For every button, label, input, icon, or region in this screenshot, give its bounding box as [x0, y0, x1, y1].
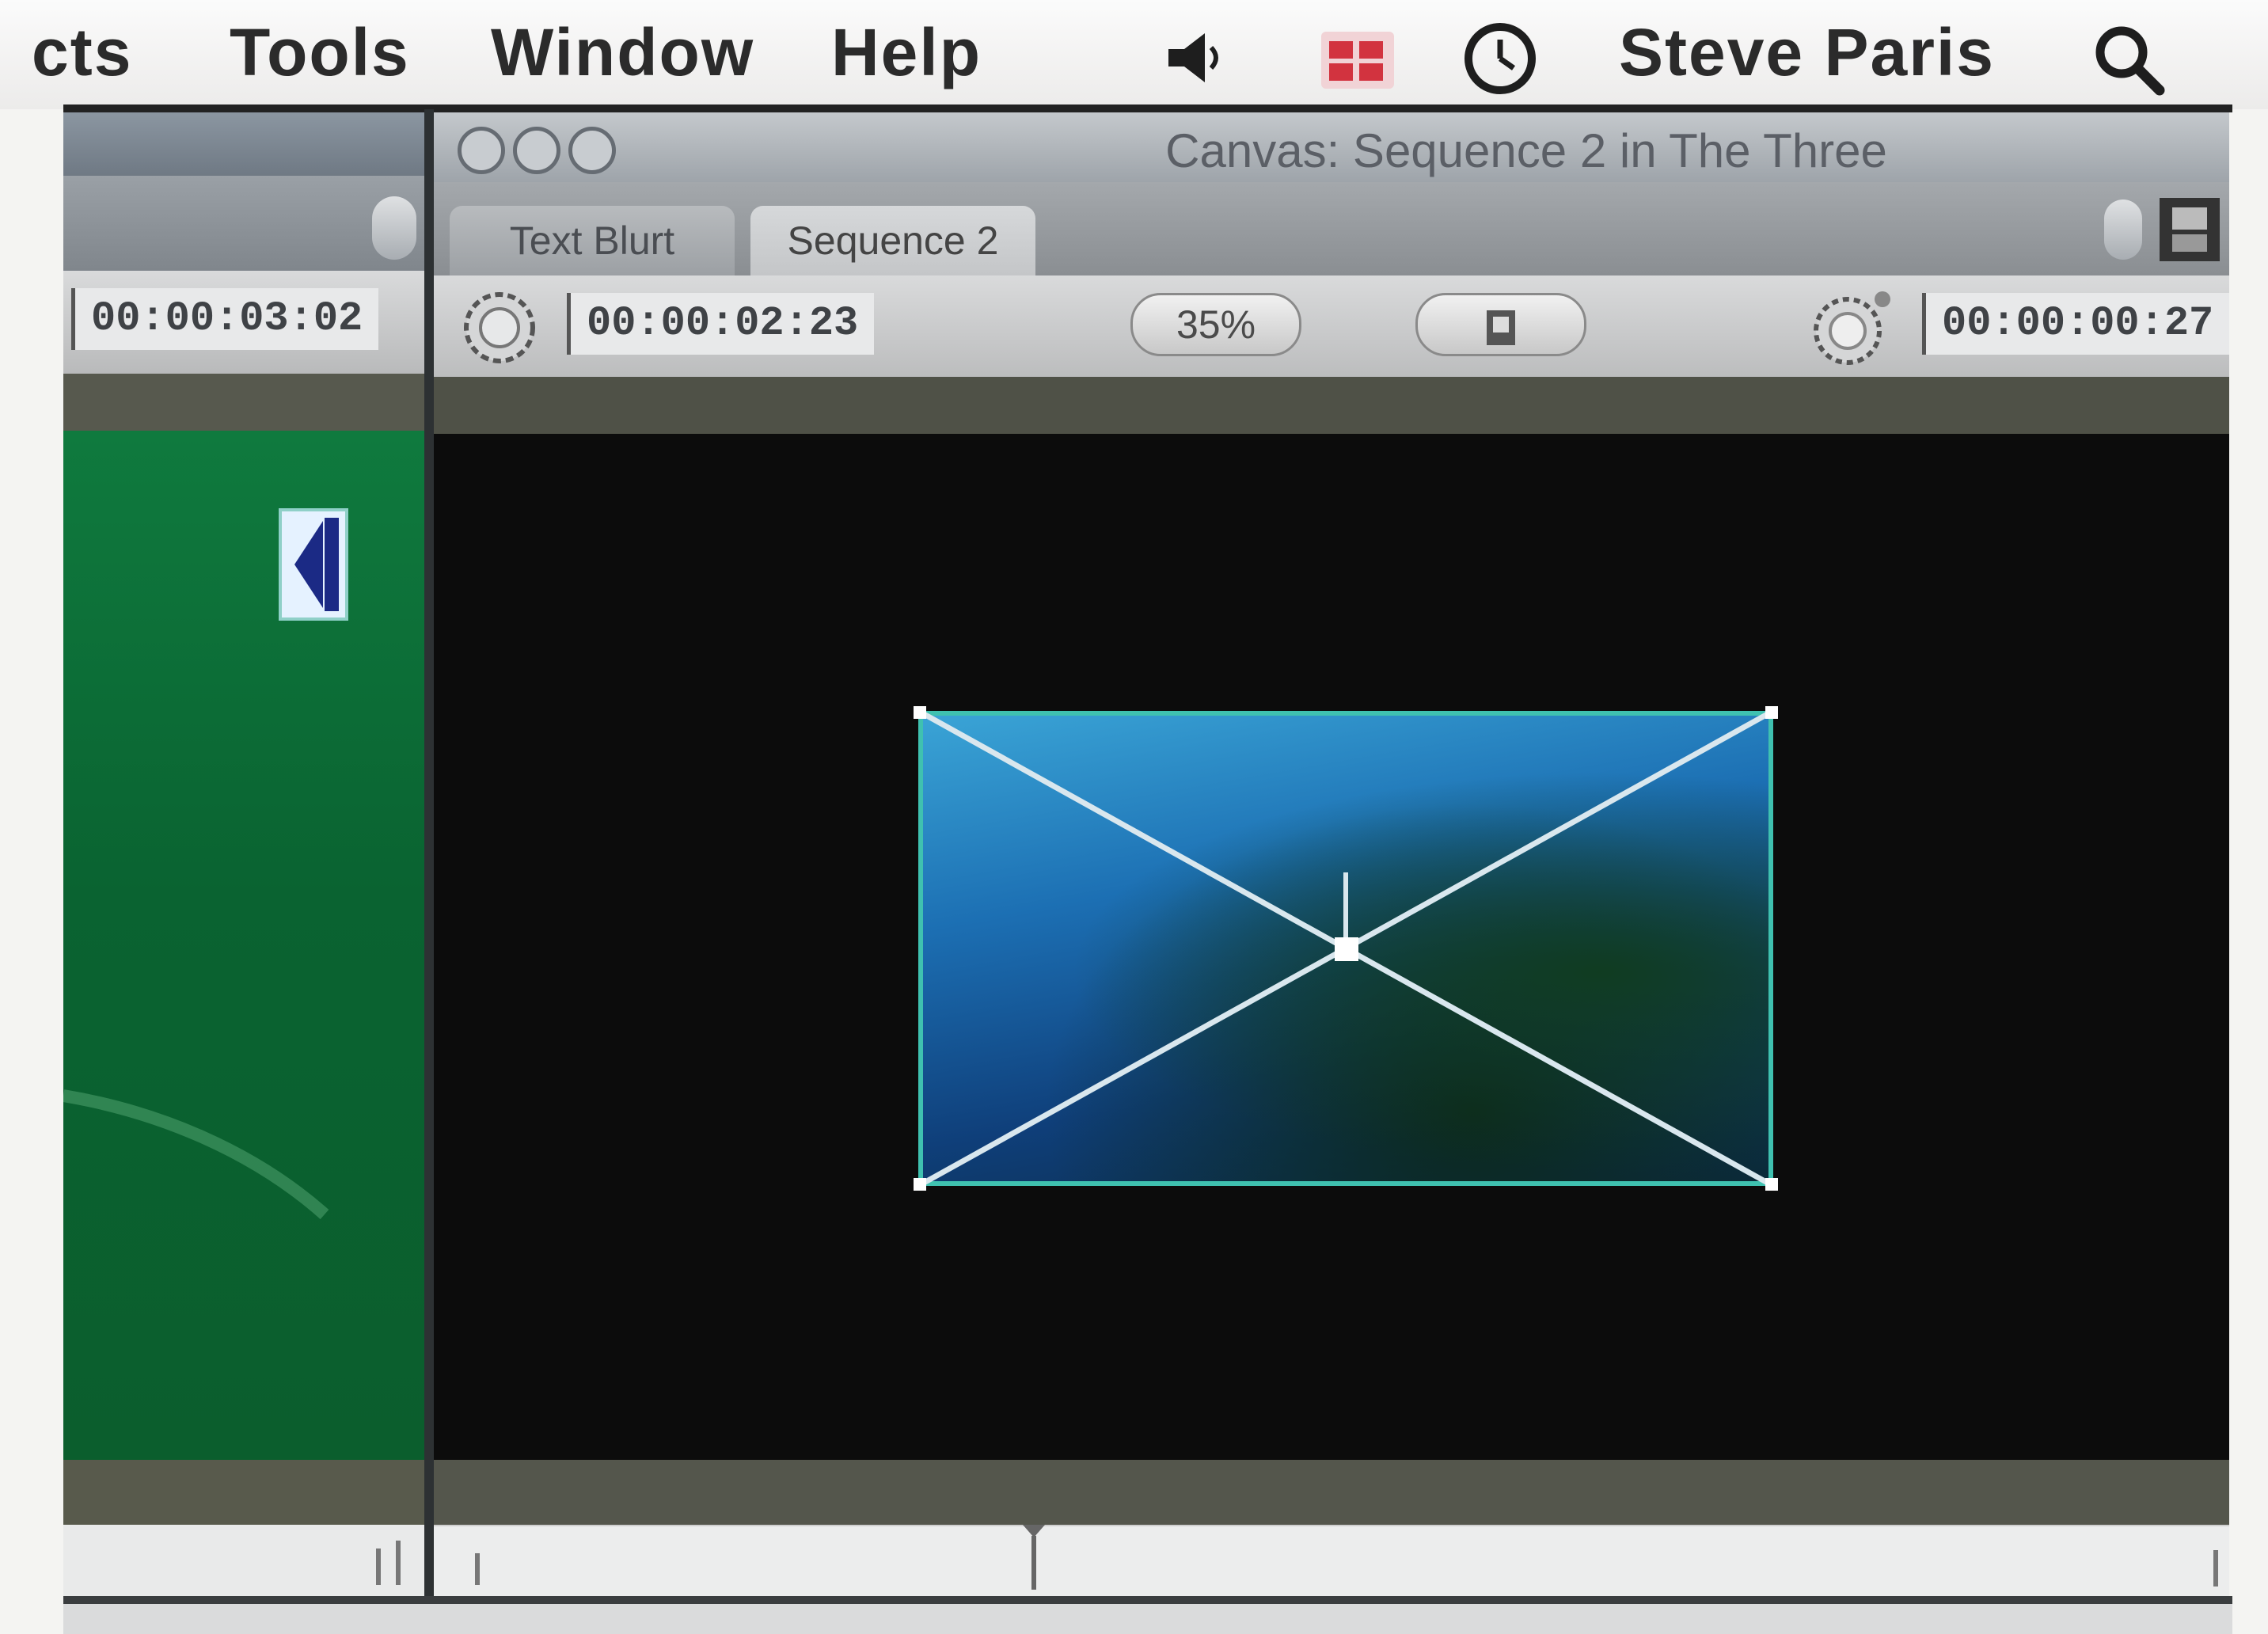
- spotlight-search-icon[interactable]: [2090, 21, 2169, 100]
- menu-item-effects[interactable]: cts: [32, 14, 132, 91]
- current-timecode[interactable]: 00:00:02:23: [567, 293, 875, 355]
- canvas-title: Canvas: Sequence 2 in The Three: [1165, 124, 1887, 177]
- canvas-tab-handle[interactable]: [2104, 200, 2142, 260]
- menu-bar-divider: [63, 104, 2232, 112]
- handle-bottom-left: [914, 1178, 926, 1191]
- clock-icon[interactable]: [1457, 19, 1544, 98]
- canvas-strip: [434, 377, 2229, 434]
- playhead-icon[interactable]: [1018, 1522, 1050, 1593]
- menu-bar: cts Tools Window Help Steve Paris: [0, 0, 2268, 109]
- input-menu-icon[interactable]: [1318, 28, 1397, 92]
- view-popup[interactable]: [1415, 293, 1586, 356]
- scrubber-start-tick: [475, 1553, 480, 1585]
- menu-item-window[interactable]: Window: [491, 14, 754, 91]
- jog-dial-icon[interactable]: [456, 282, 543, 370]
- transport-controls-row: [63, 1604, 2232, 1634]
- canvas-title-bar[interactable]: Canvas: Sequence 2 in The Three: [434, 112, 2229, 182]
- duration-timecode[interactable]: 00:00:00:27: [1922, 293, 2230, 355]
- scrubber-end-tick: [2213, 1550, 2218, 1586]
- tab-sequence-2[interactable]: Sequence 2: [750, 206, 1035, 276]
- viewer-streak: [63, 1089, 329, 1219]
- close-button[interactable]: [458, 127, 505, 174]
- viewer-strip: [63, 374, 427, 431]
- viewer-tab-handle[interactable]: [372, 196, 416, 260]
- view-mode-icon: [1487, 310, 1515, 345]
- viewer-in-point: [376, 1548, 381, 1585]
- canvas-tab-bar: Text Blurt Sequence 2: [434, 182, 2229, 276]
- minimize-button[interactable]: [513, 127, 560, 174]
- viewer-video: [63, 431, 427, 1460]
- panel-divider[interactable]: [424, 109, 434, 1634]
- zoom-popup[interactable]: 35%: [1130, 293, 1301, 356]
- canvas-scrubber[interactable]: [434, 1525, 2229, 1598]
- anchor-point-handle: [1335, 937, 1358, 961]
- user-name[interactable]: Steve Paris: [1619, 14, 1995, 91]
- menu-item-tools[interactable]: Tools: [230, 14, 410, 91]
- canvas-controls: 00:00:02:23 35% 00:00:00:27: [434, 276, 2230, 377]
- volume-icon[interactable]: [1164, 30, 1227, 86]
- viewer-controls: 00:00:03:02: [63, 271, 427, 374]
- handle-bottom-right: [1765, 1178, 1778, 1191]
- wireframe-overlay[interactable]: [914, 706, 1778, 1191]
- tab-text-blurt[interactable]: Text Blurt: [450, 206, 735, 276]
- zoom-button[interactable]: [568, 127, 616, 174]
- viewer-timecode[interactable]: 00:00:03:02: [71, 288, 379, 350]
- clip-marker-icon: [279, 508, 348, 621]
- canvas-bottom-bar: [434, 1460, 2229, 1525]
- handle-top-left: [914, 706, 926, 719]
- viewer-tab-bar: [63, 176, 427, 271]
- viewer-scrubber[interactable]: [63, 1525, 427, 1596]
- menu-item-help[interactable]: Help: [831, 14, 982, 91]
- viewer-out-point: [396, 1541, 401, 1585]
- handle-top-right: [1765, 706, 1778, 719]
- film-strip-icon[interactable]: [2152, 190, 2228, 269]
- playhead-sync-icon[interactable]: [1803, 287, 1898, 369]
- bottom-divider: [63, 1596, 2232, 1604]
- viewer-bottom-bar: [63, 1460, 427, 1525]
- viewer-title-bar: [63, 112, 427, 176]
